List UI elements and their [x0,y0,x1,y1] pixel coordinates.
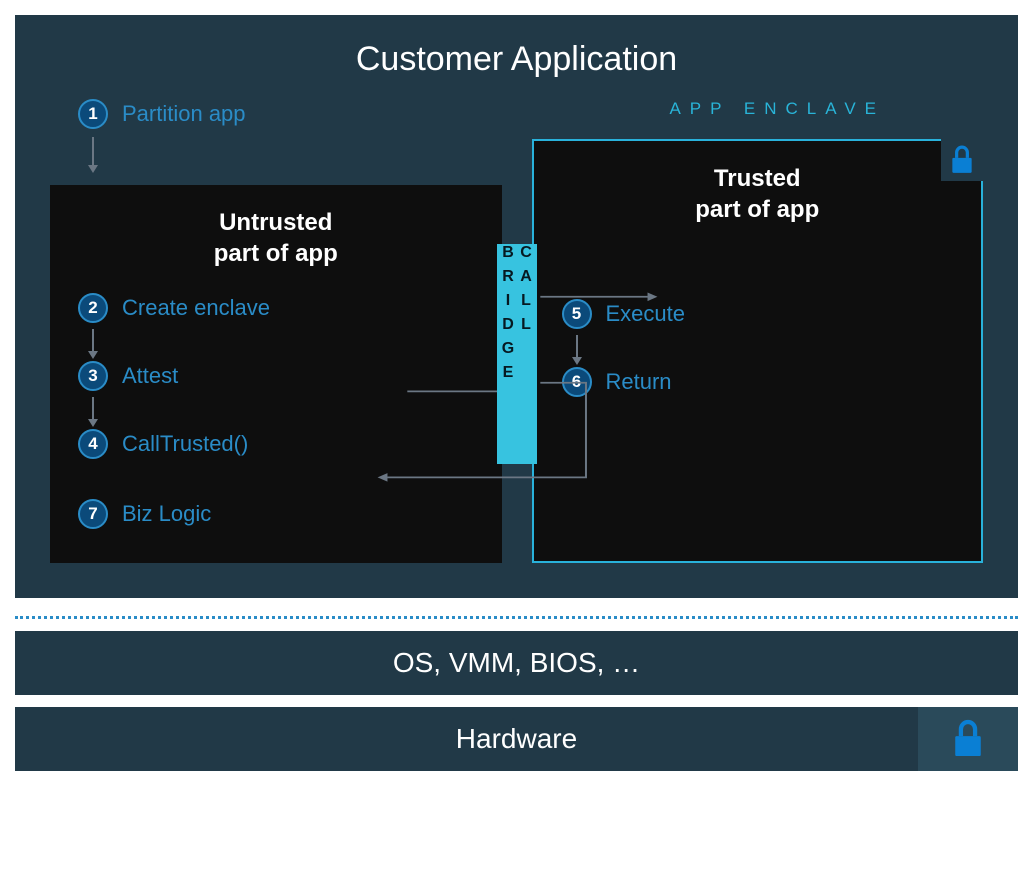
untrusted-title-l2: part of app [214,240,338,267]
os-layer: OS, VMM, BIOS, … [15,631,1018,695]
trusted-title: Trusted part of app [562,163,954,225]
lock-icon [951,719,985,759]
step-label: Attest [122,363,178,389]
enclave-lock-corner [941,139,983,181]
step-number-badge: 7 [78,499,108,529]
untrusted-title-l1: Untrusted [219,209,332,236]
customer-application-panel: Customer Application 1 Partition app Unt… [15,15,1018,598]
arrow-down [92,137,94,171]
step-number-badge: 1 [78,99,108,129]
trusted-box: Trusted part of app 5 Execute 6 Return [532,139,984,563]
left-column: 1 Partition app Untrusted part of app 2 … [50,99,502,563]
step-number-badge: 6 [562,367,592,397]
step-return: 6 Return [562,367,954,397]
call-bridge: CALL BRIDGE [497,244,537,464]
step-call-trusted: 4 CallTrusted() [78,429,474,459]
dotted-divider [15,616,1018,619]
os-layer-text: OS, VMM, BIOS, … [15,647,1018,679]
step-label: Return [606,369,672,395]
content-row: 1 Partition app Untrusted part of app 2 … [50,99,983,563]
step-label: Execute [606,301,686,327]
spacer [78,465,474,499]
arrow-down [92,397,94,425]
step-label: CallTrusted() [122,431,248,457]
step-number-badge: 5 [562,299,592,329]
step-number-badge: 4 [78,429,108,459]
step-label: Partition app [122,101,246,127]
hardware-layer-text: Hardware [15,723,1018,755]
enclave-steps: 5 Execute 6 Return [562,249,954,397]
step-biz-logic: 7 Biz Logic [78,499,474,529]
trusted-title-l2: part of app [695,196,819,223]
panel-title: Customer Application [50,40,983,79]
untrusted-box: Untrusted part of app 2 Create enclave 3… [50,185,502,563]
lock-icon [949,145,975,175]
right-column: APP ENCLAVE Trusted part of app 5 Execut… [532,99,984,563]
step-number-badge: 2 [78,293,108,323]
hardware-lock-badge [918,707,1018,771]
arrow-down [576,335,578,363]
bridge-label: CALL BRIDGE [499,244,535,464]
step-execute: 5 Execute [562,299,954,329]
step-create-enclave: 2 Create enclave [78,293,474,323]
step-label: Biz Logic [122,501,211,527]
trusted-title-l1: Trusted [714,165,801,192]
arrow-down [92,329,94,357]
step-number-badge: 3 [78,361,108,391]
step-attest: 3 Attest [78,361,474,391]
app-enclave-label: APP ENCLAVE [572,99,984,119]
step-partition: 1 Partition app [50,99,502,129]
untrusted-title: Untrusted part of app [78,207,474,269]
hardware-layer: Hardware [15,707,1018,771]
step-label: Create enclave [122,295,270,321]
